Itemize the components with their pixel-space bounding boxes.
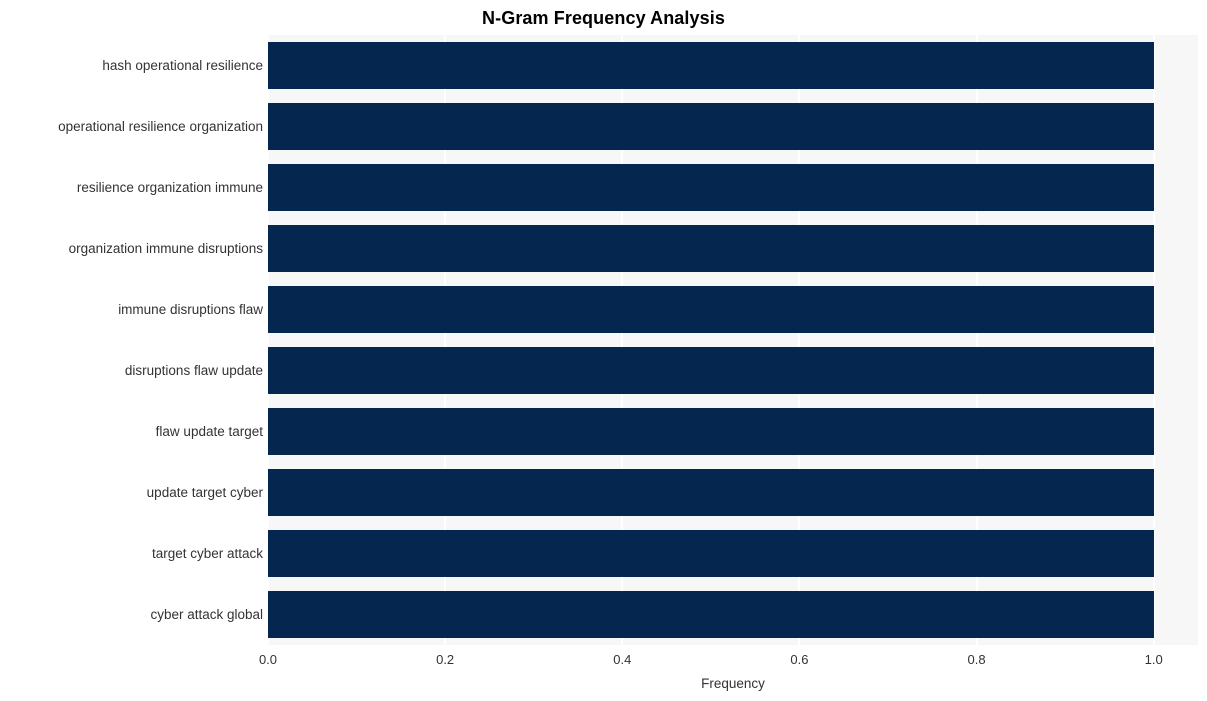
x-axis-tick-label: 1.0	[1144, 652, 1163, 667]
plot-area	[267, 35, 1198, 645]
y-axis-tick-label: immune disruptions flaw	[118, 301, 263, 317]
bar[interactable]	[268, 408, 1154, 455]
bar[interactable]	[268, 164, 1154, 211]
y-axis-tick-label: operational resilience organization	[58, 118, 263, 134]
y-axis-tick-label: update target cyber	[146, 484, 263, 500]
y-axis-tick-label: resilience organization immune	[76, 179, 263, 195]
x-axis-title: Frequency	[701, 676, 765, 691]
y-axis-tick-label: cyber attack global	[150, 606, 263, 622]
x-axis-ticks: 0.0 0.2 0.4 0.6 0.8 1.0	[0, 652, 1207, 670]
bar[interactable]	[268, 347, 1154, 394]
bars-layer	[268, 35, 1198, 645]
bar[interactable]	[268, 286, 1154, 333]
bar[interactable]	[268, 469, 1154, 516]
x-axis-tick-label: 0.8	[967, 652, 986, 667]
x-axis-tick-label: 0.4	[613, 652, 632, 667]
y-axis-tick-label: hash operational resilience	[102, 57, 263, 73]
ngram-frequency-chart: N-Gram Frequency Analysis hash operation…	[0, 0, 1207, 701]
y-axis-tick-label: disruptions flaw update	[124, 362, 263, 378]
y-axis-labels: hash operational resilience operational r…	[0, 35, 263, 645]
x-axis-tick-label: 0.6	[790, 652, 809, 667]
y-axis-tick-label: organization immune disruptions	[68, 240, 263, 256]
y-axis-tick-label: flaw update target	[155, 423, 263, 439]
bar[interactable]	[268, 103, 1154, 150]
bar[interactable]	[268, 42, 1154, 89]
x-axis-tick-label: 0.0	[258, 652, 278, 667]
bar[interactable]	[268, 530, 1154, 577]
bar[interactable]	[268, 225, 1154, 272]
bar[interactable]	[268, 591, 1154, 638]
chart-title: N-Gram Frequency Analysis	[482, 8, 725, 28]
x-axis-tick-label: 0.2	[436, 652, 455, 667]
y-axis-tick-label: target cyber attack	[151, 545, 263, 561]
